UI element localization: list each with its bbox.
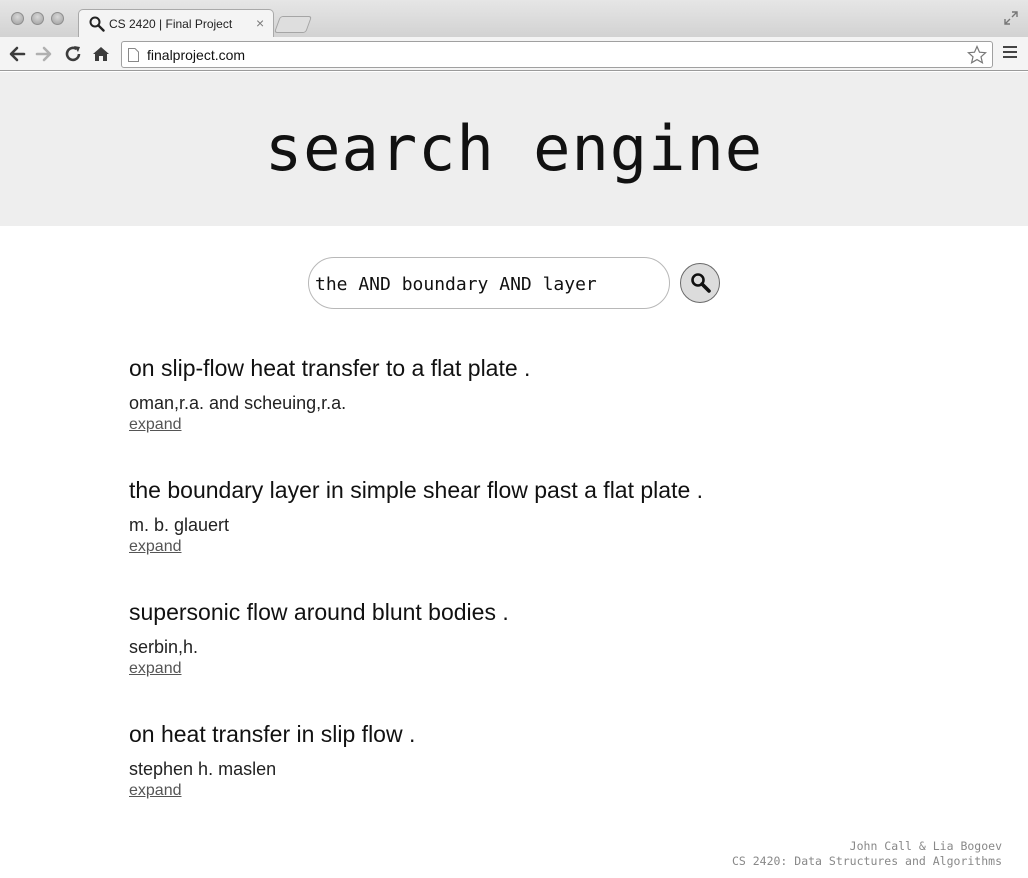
- search-icon: [89, 16, 105, 32]
- search-button[interactable]: [680, 263, 720, 303]
- tab-close-icon[interactable]: ×: [256, 15, 264, 31]
- results-list: on slip-flow heat transfer to a flat pla…: [129, 352, 929, 840]
- tab-final-project[interactable]: CS 2420 | Final Project ×: [78, 9, 274, 37]
- result-authors: stephen h. maslen: [129, 759, 277, 779]
- result-item: supersonic flow around blunt bodies . se…: [129, 596, 929, 718]
- magnifier-icon: [691, 273, 711, 293]
- footer-authors: John Call & Lia Bogoev: [849, 839, 1002, 853]
- result-title: on slip-flow heat transfer to a flat pla…: [129, 355, 531, 381]
- page-footer: John Call & Lia Bogoev CS 2420: Data Str…: [732, 839, 1002, 869]
- window-minimize-button[interactable]: [31, 12, 44, 25]
- result-authors: m. b. glauert: [129, 515, 230, 535]
- search-box[interactable]: [308, 257, 670, 309]
- result-item: on slip-flow heat transfer to a flat pla…: [129, 352, 929, 474]
- page-header: search engine: [0, 72, 1028, 226]
- page-icon: [128, 48, 139, 62]
- expand-link[interactable]: expand: [129, 660, 182, 678]
- result-item: on heat transfer in slip flow . stephen …: [129, 718, 929, 840]
- browser-title-bar: CS 2420 | Final Project ×: [0, 0, 1028, 37]
- window-zoom-button[interactable]: [51, 12, 64, 25]
- forward-arrow-icon[interactable]: [33, 43, 55, 65]
- star-icon[interactable]: [967, 45, 987, 65]
- home-icon[interactable]: [90, 43, 112, 65]
- url-text[interactable]: finalproject.com: [147, 47, 245, 63]
- expand-link[interactable]: expand: [129, 782, 182, 800]
- new-tab-button[interactable]: [273, 16, 313, 33]
- back-arrow-icon[interactable]: [6, 43, 28, 65]
- result-title: the boundary layer in simple shear flow …: [129, 477, 704, 503]
- result-title: supersonic flow around blunt bodies .: [129, 599, 509, 625]
- fullscreen-icon[interactable]: [1003, 10, 1019, 26]
- result-item: the boundary layer in simple shear flow …: [129, 474, 929, 596]
- reload-icon[interactable]: [62, 43, 84, 65]
- page-title: search engine: [264, 112, 764, 185]
- address-bar[interactable]: finalproject.com: [121, 41, 993, 68]
- expand-link[interactable]: expand: [129, 538, 182, 556]
- result-authors: serbin,h.: [129, 637, 199, 657]
- tab-title: CS 2420 | Final Project: [109, 17, 233, 31]
- footer-course: CS 2420: Data Structures and Algorithms: [731, 854, 1002, 868]
- hamburger-menu-icon[interactable]: [1003, 46, 1017, 60]
- result-authors: oman,r.a. and scheuing,r.a.: [129, 393, 347, 413]
- expand-link[interactable]: expand: [129, 416, 182, 434]
- search-input[interactable]: [315, 270, 655, 298]
- window-close-button[interactable]: [11, 12, 24, 25]
- browser-toolbar: finalproject.com: [0, 37, 1028, 71]
- result-title: on heat transfer in slip flow .: [129, 721, 416, 747]
